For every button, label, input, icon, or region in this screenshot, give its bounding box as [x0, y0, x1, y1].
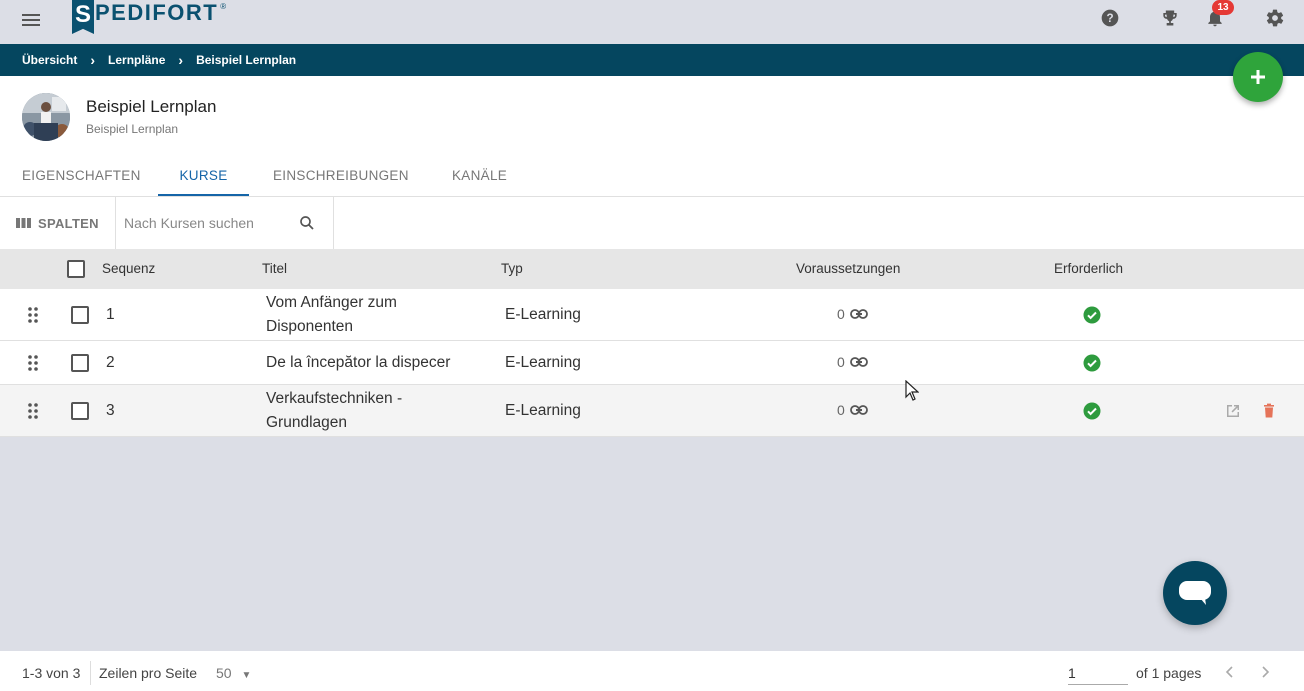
select-all-checkbox[interactable] [67, 260, 85, 278]
row-title-line: Grundlagen [266, 414, 348, 431]
link-icon [849, 357, 868, 367]
pagination-range: 1-3 von 3 [22, 665, 81, 681]
prerequisites-count: 0 [837, 354, 845, 370]
row-prerequisites[interactable]: 0 [837, 402, 868, 418]
logo-registered-mark: ® [220, 2, 227, 11]
top-bar: S PEDIFORT ® ? 13 [0, 0, 1304, 44]
caret-down-icon: ▼ [241, 670, 252, 681]
row-prerequisites[interactable]: 0 [837, 306, 868, 322]
menu-icon[interactable] [22, 11, 42, 27]
breadcrumb-item-learning-plans[interactable]: Lernpläne [108, 53, 165, 67]
breadcrumb-item-overview[interactable]: Übersicht [22, 53, 77, 67]
chat-bubble-icon [1179, 581, 1211, 605]
row-type: E-Learning [505, 306, 581, 323]
page-header: Beispiel Lernplan Beispiel Lernplan EIGE… [0, 76, 1304, 249]
tab-enrollments[interactable]: EINSCHREIBUNGEN [273, 156, 408, 196]
chat-button[interactable] [1163, 561, 1227, 625]
tab-bar: EIGENSCHAFTEN KURSE EINSCHREIBUNGEN KANÄ… [0, 156, 1304, 197]
chevron-left-icon[interactable] [1221, 663, 1239, 681]
columns-icon [16, 218, 31, 228]
row-title[interactable]: Vom Anfänger zum Disponenten [266, 291, 397, 339]
rows-per-page-label: Zeilen pro Seite [99, 665, 198, 681]
column-header-sequence[interactable]: Sequenz [102, 249, 155, 289]
table-row[interactable]: 3 Verkaufstechniken - Grundlagen E-Learn… [0, 385, 1304, 437]
row-type: E-Learning [505, 402, 581, 419]
chevron-right-icon: › [90, 52, 96, 68]
trophy-icon[interactable] [1160, 8, 1180, 28]
page-number-input[interactable] [1068, 661, 1128, 685]
logo[interactable]: S PEDIFORT ® [72, 0, 226, 34]
row-sequence: 3 [106, 402, 115, 419]
row-title[interactable]: Verkaufstechniken - Grundlagen [266, 387, 402, 435]
columns-label: SPALTEN [38, 215, 99, 231]
breadcrumb: Übersicht › Lernpläne › Beispiel Lernpla… [0, 44, 1304, 76]
table-header: Sequenz Titel Typ Voraussetzungen Erford… [0, 249, 1304, 289]
link-icon [849, 309, 868, 319]
page-total: of 1 pages [1136, 665, 1202, 681]
link-icon [849, 405, 868, 415]
row-title[interactable]: De la începător la dispecer [266, 351, 450, 375]
prerequisites-count: 0 [837, 402, 845, 418]
search-input[interactable] [124, 210, 284, 236]
table-toolbar: SPALTEN [0, 197, 1304, 249]
check-circle-icon [1083, 354, 1101, 372]
gear-icon[interactable] [1265, 8, 1285, 28]
tab-courses[interactable]: KURSE [158, 156, 249, 196]
column-header-required[interactable]: Erforderlich [1054, 249, 1123, 289]
check-circle-icon [1083, 306, 1101, 324]
row-checkbox[interactable] [71, 402, 89, 420]
row-title-line: Disponenten [266, 318, 354, 335]
page-subtitle: Beispiel Lernplan [86, 122, 179, 136]
columns-button[interactable]: SPALTEN [16, 197, 99, 249]
prerequisites-count: 0 [837, 306, 845, 322]
add-button[interactable] [1233, 52, 1283, 102]
divider [115, 197, 116, 249]
open-external-icon[interactable] [1225, 403, 1241, 419]
column-header-type[interactable]: Typ [501, 249, 523, 289]
logo-initial: S [72, 0, 94, 34]
row-checkbox[interactable] [71, 354, 89, 372]
row-sequence: 2 [106, 354, 115, 371]
table-row[interactable]: 1 Vom Anfänger zum Disponenten E-Learnin… [0, 289, 1304, 341]
svg-text:?: ? [1106, 12, 1113, 25]
trash-icon[interactable] [1261, 403, 1277, 419]
row-title-line: Vom Anfänger zum [266, 294, 397, 311]
notification-badge: 13 [1212, 0, 1234, 15]
help-icon[interactable]: ? [1100, 8, 1120, 28]
tab-channels[interactable]: KANÄLE [452, 156, 512, 196]
chevron-right-icon: › [178, 52, 184, 68]
table-row[interactable]: 2 De la începător la dispecer E-Learning… [0, 341, 1304, 385]
mouse-pointer-icon [905, 380, 919, 401]
divider [333, 197, 334, 249]
plus-icon [1251, 70, 1265, 84]
check-circle-icon [1083, 402, 1101, 420]
rows-per-page-select[interactable]: 50 ▼ [216, 651, 251, 691]
chevron-right-icon[interactable] [1256, 663, 1274, 681]
drag-handle-icon[interactable] [27, 402, 39, 420]
rows-per-page-value: 50 [216, 665, 232, 681]
row-title-line: Verkaufstechniken - [266, 390, 403, 407]
breadcrumb-item-current: Beispiel Lernplan [196, 53, 297, 67]
divider [90, 661, 91, 685]
row-checkbox[interactable] [71, 306, 89, 324]
logo-text: PEDIFORT [95, 0, 219, 25]
column-header-prerequisites[interactable]: Voraussetzungen [796, 249, 900, 289]
row-sequence: 1 [106, 306, 115, 323]
row-type: E-Learning [505, 354, 581, 371]
pagination-footer: 1-3 von 3 Zeilen pro Seite 50 ▼ of 1 pag… [0, 651, 1304, 691]
drag-handle-icon[interactable] [27, 306, 39, 324]
drag-handle-icon[interactable] [27, 354, 39, 372]
row-prerequisites[interactable]: 0 [837, 354, 868, 370]
column-header-title[interactable]: Titel [262, 249, 287, 289]
search-icon[interactable] [298, 214, 316, 232]
avatar [22, 93, 70, 141]
page-title: Beispiel Lernplan [86, 97, 217, 116]
tab-properties[interactable]: EIGENSCHAFTEN [22, 156, 140, 196]
